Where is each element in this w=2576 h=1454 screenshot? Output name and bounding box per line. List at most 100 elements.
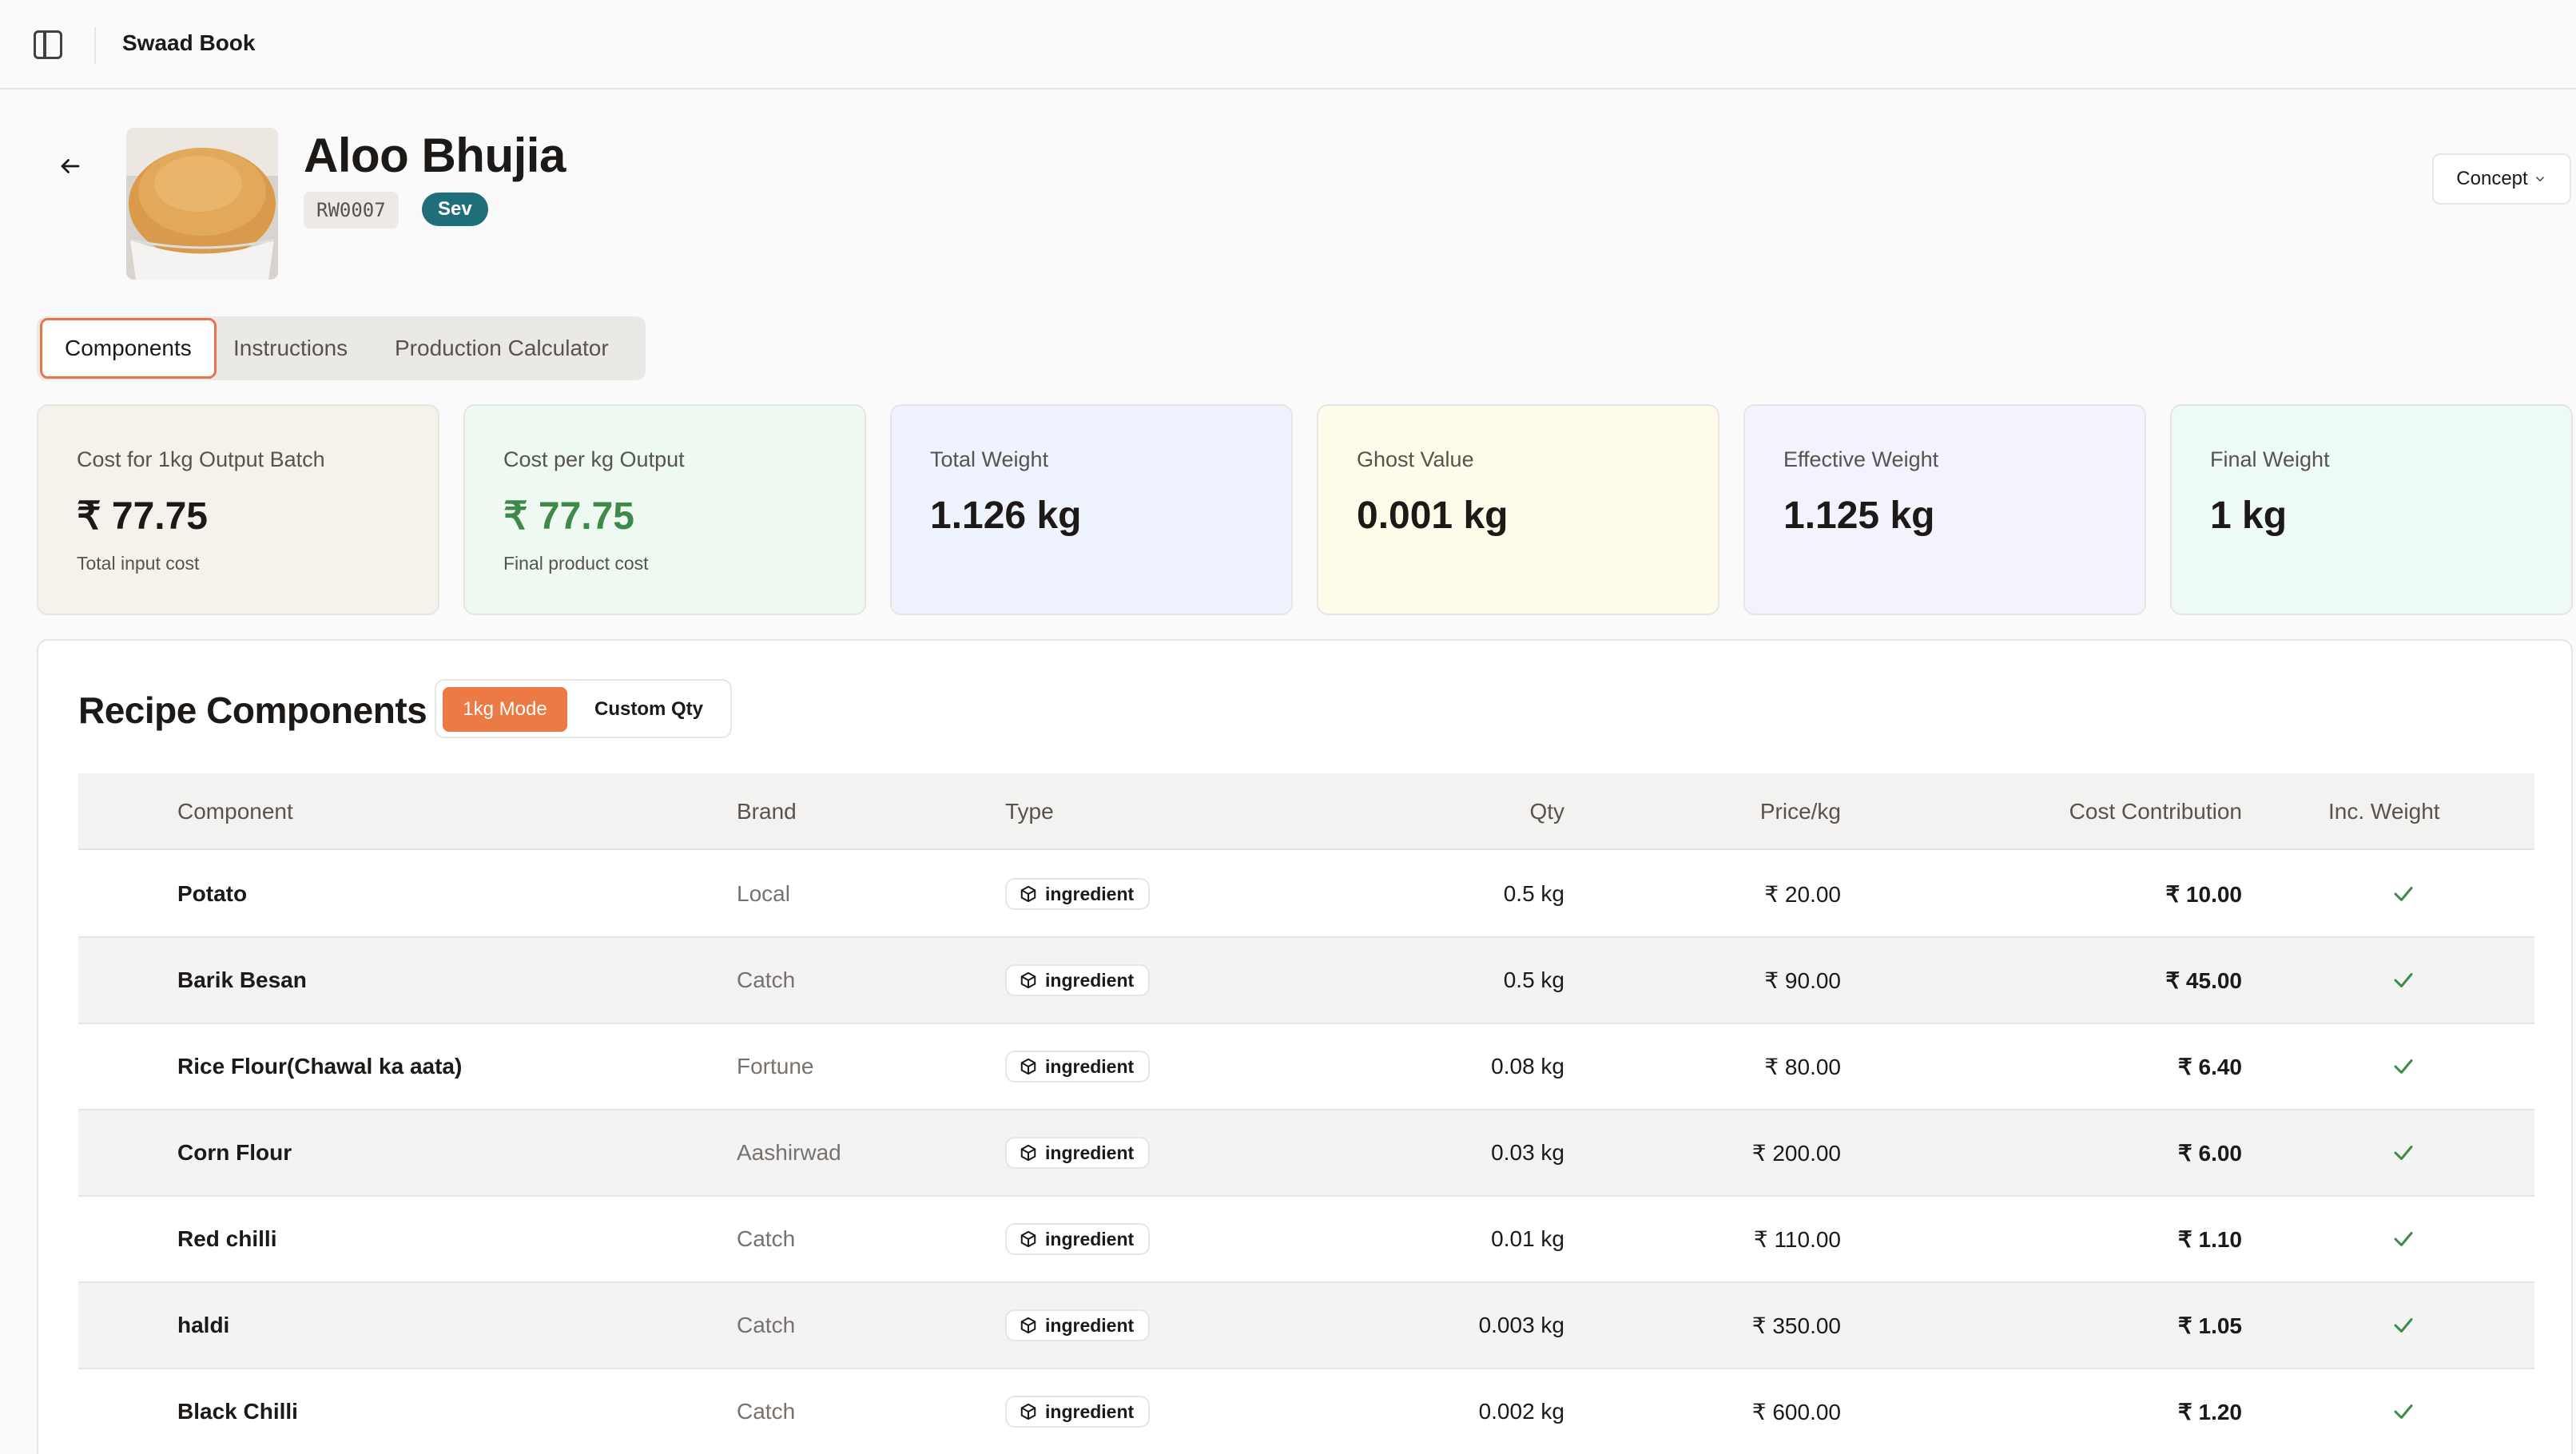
header-cost-contribution[interactable]: Cost Contribution <box>1916 773 2242 850</box>
stat-card-batch-cost: Cost for 1kg Output Batch ₹ 77.75 Total … <box>37 404 439 615</box>
inc-weight-cell <box>2379 1283 2427 1368</box>
sidebar-toggle-icon[interactable] <box>34 30 62 59</box>
box-icon <box>1020 1058 1036 1075</box>
stat-label: Effective Weight <box>1783 447 1939 471</box>
stat-sub: Final product cost <box>503 553 649 574</box>
tab-components[interactable]: Components <box>40 318 217 379</box>
category-badge: Sev <box>422 193 488 226</box>
product-code: RW0007 <box>304 192 399 228</box>
type-badge: ingredient <box>1005 1223 1151 1255</box>
component-qty: 0.01 kg <box>1491 1226 1564 1251</box>
component-brand: Aashirwad <box>737 1140 841 1165</box>
status-dropdown[interactable]: Concept <box>2432 153 2571 205</box>
stat-value: 1.126 kg <box>930 495 1082 537</box>
box-icon <box>1020 1144 1036 1162</box>
component-name: Rice Flour(Chawal ka aata) <box>177 1054 463 1079</box>
component-qty: 0.5 kg <box>1503 881 1564 906</box>
stat-sub: Total input cost <box>77 553 200 574</box>
stat-value: 0.001 kg <box>1357 495 1509 537</box>
tab-production-calculator[interactable]: Production Calculator <box>395 316 609 380</box>
mode-toggle: 1kg Mode Custom Qty <box>435 679 732 738</box>
stat-value: ₹ 77.75 <box>503 495 634 538</box>
inc-weight-cell <box>2379 1197 2427 1281</box>
header-price[interactable]: Price/kg <box>1644 773 1841 850</box>
inc-weight-cell <box>2379 1369 2427 1454</box>
product-title: Aloo Bhujia <box>304 129 566 182</box>
type-badge: ingredient <box>1005 878 1151 910</box>
component-cost: ₹ 45.00 <box>2165 967 2242 993</box>
inc-weight-cell <box>2379 852 2427 936</box>
type-badge: ingredient <box>1005 1396 1151 1428</box>
table-row[interactable]: Rice Flour(Chawal ka aata) Fortune ingre… <box>78 1024 2534 1110</box>
box-icon <box>1020 885 1036 903</box>
check-icon <box>2394 887 2413 901</box>
check-icon <box>2394 1146 2413 1160</box>
stat-card-ghost-value: Ghost Value 0.001 kg <box>1317 404 1719 615</box>
recipe-components-panel: Recipe Components 1kg Mode Custom Qty Co… <box>37 639 2573 1454</box>
stat-value: 1.125 kg <box>1783 495 1935 537</box>
type-badge: ingredient <box>1005 1137 1151 1169</box>
component-qty: 0.03 kg <box>1491 1140 1564 1165</box>
top-bar: Swaad Book <box>0 0 2576 89</box>
type-label: ingredient <box>1045 1142 1135 1163</box>
component-price: ₹ 350.00 <box>1751 1313 1841 1338</box>
type-label: ingredient <box>1045 1314 1135 1336</box>
component-type: ingredient <box>1005 1110 1151 1195</box>
table-row[interactable]: Potato Local ingredient 0.5 kg ₹ 20.00 ₹… <box>78 852 2534 938</box>
stat-label: Cost per kg Output <box>503 447 685 471</box>
component-qty: 0.08 kg <box>1491 1054 1564 1079</box>
stat-card-final-weight: Final Weight 1 kg <box>2170 404 2573 615</box>
component-type: ingredient <box>1005 1283 1151 1368</box>
component-cost: ₹ 6.00 <box>2177 1140 2242 1166</box>
back-arrow-icon[interactable] <box>56 152 85 181</box>
1kg-mode-button[interactable]: 1kg Mode <box>443 687 567 732</box>
component-type: ingredient <box>1005 938 1151 1023</box>
custom-qty-button[interactable]: Custom Qty <box>578 687 719 732</box>
stat-label: Cost for 1kg Output Batch <box>77 447 325 471</box>
table-row[interactable]: haldi Catch ingredient 0.003 kg ₹ 350.00… <box>78 1283 2534 1369</box>
component-cost: ₹ 1.20 <box>2177 1399 2242 1424</box>
chevron-down-icon <box>2535 177 2544 182</box>
table-row[interactable]: Corn Flour Aashirwad ingredient 0.03 kg … <box>78 1110 2534 1197</box>
stat-card-effective-weight: Effective Weight 1.125 kg <box>1743 404 2146 615</box>
component-qty: 0.002 kg <box>1478 1399 1564 1424</box>
table-row[interactable]: Black Chilli Catch ingredient 0.002 kg ₹… <box>78 1369 2534 1454</box>
component-name: haldi <box>177 1313 230 1337</box>
check-icon <box>2394 973 2413 987</box>
header-type[interactable]: Type <box>1005 773 1054 850</box>
panel-title: Recipe Components <box>78 689 427 731</box>
component-name: Corn Flour <box>177 1140 292 1165</box>
table-row[interactable]: Red chilli Catch ingredient 0.01 kg ₹ 11… <box>78 1197 2534 1283</box>
component-price: ₹ 110.00 <box>1753 1226 1841 1252</box>
stat-value: 1 kg <box>2210 495 2288 537</box>
box-icon <box>1020 1230 1036 1248</box>
table-header: Component Brand Type Qty Price/kg Cost C… <box>78 773 2534 850</box>
stat-label: Ghost Value <box>1357 447 1474 471</box>
tab-instructions[interactable]: Instructions <box>233 316 348 380</box>
type-badge: ingredient <box>1005 964 1151 996</box>
stat-card-cost-per-kg: Cost per kg Output ₹ 77.75 Final product… <box>463 404 866 615</box>
stat-label: Final Weight <box>2210 447 2330 471</box>
component-price: ₹ 90.00 <box>1764 967 1841 993</box>
component-brand: Catch <box>737 1399 796 1424</box>
type-badge: ingredient <box>1005 1051 1151 1083</box>
component-price: ₹ 600.00 <box>1751 1399 1841 1424</box>
stat-value: ₹ 77.75 <box>77 495 208 538</box>
header-inc-weight[interactable]: Inc. Weight <box>2328 773 2440 850</box>
header-brand[interactable]: Brand <box>737 773 797 850</box>
divider <box>94 27 96 64</box>
component-name: Potato <box>177 881 248 906</box>
stat-card-total-weight: Total Weight 1.126 kg <box>890 404 1293 615</box>
header-qty[interactable]: Qty <box>1453 773 1564 850</box>
component-cost: ₹ 1.10 <box>2177 1226 2242 1252</box>
header-component[interactable]: Component <box>177 773 293 850</box>
box-icon <box>1020 1317 1036 1334</box>
type-label: ingredient <box>1045 1228 1135 1249</box>
check-icon <box>2394 1059 2413 1074</box>
component-name: Barik Besan <box>177 967 307 992</box>
component-type: ingredient <box>1005 852 1151 936</box>
type-badge: ingredient <box>1005 1309 1151 1341</box>
tab-bar: Components Instructions Production Calcu… <box>37 316 646 380</box>
check-icon <box>2394 1318 2413 1333</box>
table-row[interactable]: Barik Besan Catch ingredient 0.5 kg ₹ 90… <box>78 938 2534 1024</box>
